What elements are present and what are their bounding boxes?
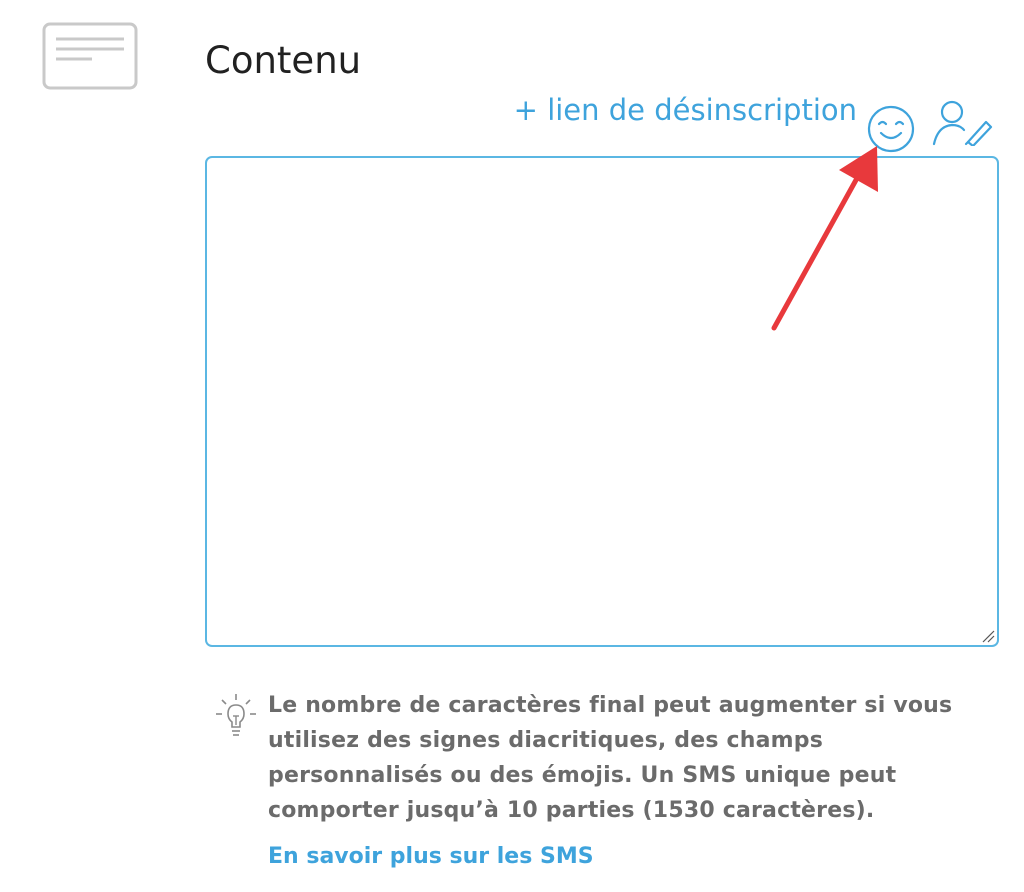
character-count-tip: Le nombre de caractères final peut augme… xyxy=(268,693,953,823)
user-edit-icon[interactable] xyxy=(930,98,994,146)
lightbulb-icon xyxy=(216,694,256,736)
smiley-icon[interactable] xyxy=(864,100,918,154)
editor-toolbar: + lien de désinscription xyxy=(514,92,1000,154)
resize-handle-icon[interactable] xyxy=(981,629,995,643)
document-lines-icon xyxy=(42,22,138,90)
message-content-area xyxy=(205,156,999,647)
unsubscribe-link[interactable]: + lien de désinscription xyxy=(514,96,857,125)
learn-more-sms-link[interactable]: En savoir plus sur les SMS xyxy=(268,844,594,869)
page-title: Contenu xyxy=(205,39,362,82)
message-textarea[interactable] xyxy=(207,158,997,645)
